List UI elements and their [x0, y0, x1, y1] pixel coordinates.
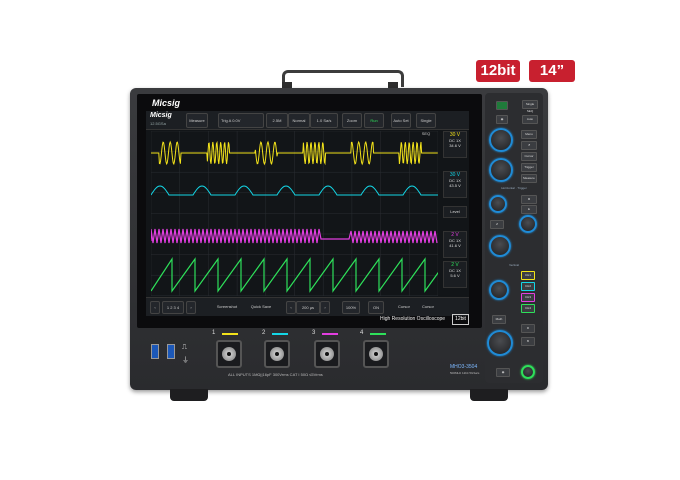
cursor-button-2[interactable]: Cursor — [418, 301, 438, 312]
timebase-left-icon[interactable]: ‹ — [286, 301, 296, 314]
ch2-bnc-input[interactable] — [264, 340, 290, 368]
trig-edge-button[interactable]: E — [521, 205, 537, 214]
ch4-button[interactable]: CH4 — [521, 304, 535, 313]
ch3-label: 3 — [312, 330, 316, 336]
bit-chip: 12bit — [452, 314, 469, 325]
run-stop-button[interactable]: Run — [364, 113, 384, 128]
vertical-section-label: Vertical — [509, 263, 519, 267]
cursor-button[interactable]: Cursor — [394, 301, 414, 312]
ch1-bnc-input[interactable] — [216, 340, 242, 368]
ch3-info[interactable]: 2 V DC 1X 41.6 V — [443, 231, 467, 258]
ref-button[interactable]: R — [521, 324, 535, 333]
bus-button[interactable]: B — [521, 337, 535, 346]
power-button[interactable] — [521, 365, 535, 379]
ch4-bnc-input[interactable] — [363, 340, 389, 368]
zoom-hw-button[interactable]: Z — [490, 220, 504, 229]
multipurpose-knob-a[interactable] — [489, 128, 513, 152]
ch3-waveform — [151, 228, 438, 244]
trigger-label: Trig A — [221, 118, 232, 123]
model-name: MHO3-3504 — [450, 364, 478, 370]
screen-bottom-bar: ‹ 1 2 3 4 › Screenshot Quick Save ‹ 200 … — [146, 297, 469, 316]
chevron-left-icon[interactable]: ‹ — [150, 301, 160, 314]
trig-menu-button[interactable]: M — [521, 195, 537, 204]
measure-button[interactable]: Measure — [186, 113, 208, 128]
horizontal-label: Horizontal — [501, 186, 515, 190]
model-label: High Resolution Oscilloscope — [380, 316, 446, 322]
ch1-value: 34.6 V — [449, 143, 461, 148]
carry-handle — [282, 70, 404, 87]
cursor-hw-button[interactable]: Cursor — [521, 152, 537, 161]
ch2-label: 2 — [262, 330, 266, 336]
ch1-info[interactable]: 30 V DC 1X 34.6 V — [443, 131, 467, 158]
acquire-mode[interactable]: Normal — [288, 113, 310, 128]
usb-port-1[interactable] — [151, 344, 159, 359]
camera-hw-button[interactable]: ◉ — [496, 368, 510, 377]
horizontal-scale-knob[interactable] — [489, 235, 511, 257]
ch2-button[interactable]: CH2 — [521, 282, 535, 291]
timebase-value[interactable]: 200 µs — [296, 301, 320, 314]
ch2-color-bar — [272, 333, 288, 335]
ch1-button[interactable]: CH1 — [521, 271, 535, 280]
channel-select[interactable]: 1 2 3 4 — [162, 301, 184, 314]
on-toggle[interactable]: ON — [368, 301, 384, 314]
vertical-scale-knob[interactable] — [487, 330, 513, 356]
quick-save-button[interactable]: Quick Save — [246, 301, 276, 312]
trigger-level-knob[interactable] — [519, 215, 537, 233]
ch3-value: 41.6 V — [449, 243, 461, 248]
math-button[interactable]: Math — [492, 315, 506, 324]
ch4-color-bar — [370, 333, 386, 335]
probe-comp-icon: ⎍ — [182, 344, 187, 351]
level-button[interactable]: Level — [443, 206, 467, 218]
zoom-percent[interactable]: 100% — [342, 301, 360, 314]
camera-button[interactable]: ◉ — [496, 115, 508, 124]
display-screen[interactable]: Micsig 12.5GSa Measure Trig A 0.0V 2.5M … — [146, 111, 469, 316]
trigger-section-label: Trigger — [517, 186, 527, 190]
model-spec: 500MHz 12bit 5GSa/s — [450, 371, 480, 375]
screenshot-button[interactable]: Screenshot — [212, 301, 242, 312]
ch3-button[interactable]: CH3 — [521, 293, 535, 302]
ch3-color-bar — [322, 333, 338, 335]
zoom-button[interactable]: Zoom — [342, 113, 362, 128]
trigger-value: 0.0V — [232, 118, 241, 123]
ch3-bnc-input[interactable] — [314, 340, 340, 368]
auto-set-button[interactable]: Auto Set — [391, 113, 411, 128]
waveform-area[interactable] — [151, 131, 438, 296]
ch4-info[interactable]: 2 V DC 1X 5.6 V — [443, 261, 467, 288]
foot-left — [170, 389, 208, 401]
ground-icon: ⏚ — [182, 357, 189, 364]
graticule — [151, 131, 438, 296]
undo-button[interactable]: ↺ — [521, 141, 537, 150]
ch4-label: 4 — [360, 330, 364, 336]
measure-hw-button[interactable]: Measure — [521, 174, 537, 183]
menu-button[interactable]: Menu — [521, 130, 537, 139]
ch4-value: 5.6 V — [450, 273, 460, 278]
screen-top-bar: Micsig 12.5GSa Measure Trig A 0.0V 2.5M … — [146, 111, 469, 136]
ch1-color-bar — [222, 333, 238, 335]
single-seq-hw-button[interactable]: Single SEQ — [522, 100, 538, 113]
ch1-label: 1 — [212, 330, 216, 336]
chevron-right-icon[interactable]: › — [186, 301, 196, 314]
horizontal-trigger-section-label: Horizontal · Trigger — [501, 186, 527, 190]
foot-right — [470, 389, 508, 401]
power-led-button[interactable] — [496, 101, 508, 110]
sample-rate-status: 12.5GSa — [150, 121, 166, 126]
memory-depth[interactable]: 2.5M — [266, 113, 288, 128]
single-seq-button[interactable]: Single SEQ — [416, 113, 436, 136]
auto-hw-button[interactable]: Auto — [522, 115, 538, 124]
multipurpose-knob-b[interactable] — [489, 158, 513, 182]
sample-setting[interactable]: 1.0 Sa/s — [310, 113, 338, 128]
bit-depth-badge: 12bit — [476, 60, 520, 82]
ch2-info[interactable]: 30 V DC 1X 43.5 V — [443, 171, 467, 198]
trigger-status[interactable]: Trig A 0.0V — [218, 113, 264, 128]
timebase-right-icon[interactable]: › — [320, 301, 330, 314]
usb-port-2[interactable] — [167, 344, 175, 359]
input-spec: ALL INPUTS 1MΩ||16pF 300Vrms CAT I 50Ω ≤… — [228, 372, 323, 377]
brand-logo: Micsig — [152, 98, 181, 108]
screen-brand: Micsig — [150, 112, 172, 119]
ch2-value: 43.5 V — [449, 183, 461, 188]
trigger-hw-button[interactable]: Trigger — [521, 163, 537, 172]
vertical-position-knob[interactable] — [489, 280, 509, 300]
horizontal-position-knob[interactable] — [489, 195, 507, 213]
screen-size-badge: 14” — [529, 60, 575, 82]
